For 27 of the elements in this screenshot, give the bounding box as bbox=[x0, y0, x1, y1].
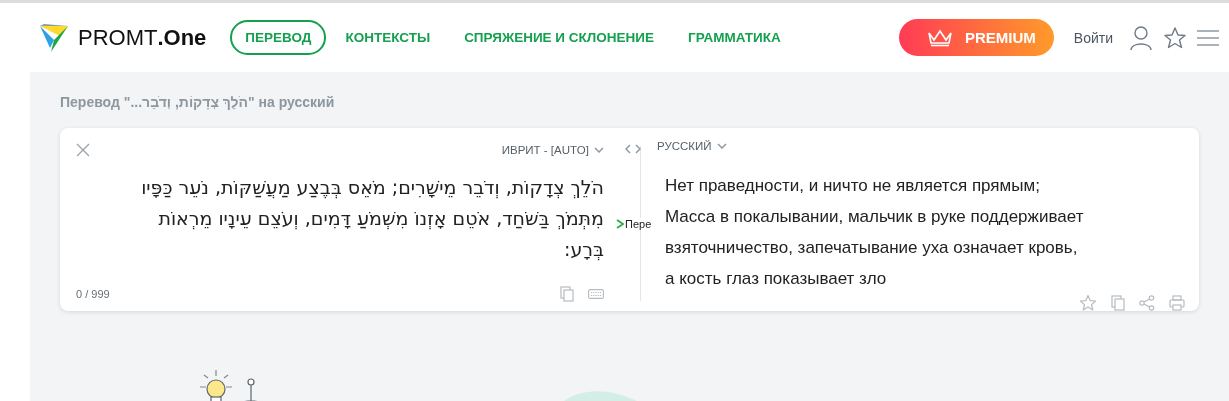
target-language-dropdown[interactable]: РУССКИЙ bbox=[657, 140, 727, 152]
translate-label-text: Пере bbox=[625, 218, 652, 230]
star-icon[interactable] bbox=[1079, 294, 1097, 312]
close-icon[interactable] bbox=[76, 143, 90, 157]
chevron-down-icon bbox=[716, 143, 727, 149]
keyboard-icon[interactable] bbox=[588, 289, 604, 299]
translation-line: Нет праведности, и ничто не является прямым; bbox=[665, 175, 1041, 197]
translation-line: взяточничество, запечатывание уха означает кровь, bbox=[665, 237, 1079, 259]
logo-text[interactable]: PROMT.One bbox=[78, 24, 207, 51]
star-icon[interactable] bbox=[1163, 25, 1187, 50]
login-link[interactable]: Войти bbox=[1073, 29, 1113, 46]
chevron-down-icon bbox=[594, 147, 604, 153]
source-language-dropdown[interactable]: ИВРИТ - [AUTO] bbox=[501, 144, 604, 156]
page-title: Перевод "...הֹלֵךְ צְדָקוֹת, וְדֹבֵר" на русский bbox=[60, 94, 336, 110]
swap-icon[interactable] bbox=[625, 144, 641, 154]
character-counter: 0 / 999 bbox=[76, 288, 110, 300]
menu-icon[interactable] bbox=[1197, 29, 1219, 46]
translation-line: а кость глаз показывает зло bbox=[665, 268, 888, 290]
copy-icon[interactable] bbox=[1111, 295, 1125, 311]
translation-line: Масса в покалывании, мальчик в руке поддерживает bbox=[665, 206, 1085, 228]
logo-icon[interactable] bbox=[38, 21, 70, 54]
source-text[interactable]: הֹלֵךְ צְדָקוֹת, וְדֹבֵר מֵישָׁרִים; מֹאֵס בְּבֶצַע מַעֲשַׁקּוֹת, נֹעֵר כַּפָּיו מִתְּמֹךְ בַּשֹּׁחַד, אֹטֵם אָזְנוֹ מִשְּׁמֹעַ דָּמִים, וְעֹצֵם עֵינָיו מֵרְאוֹת בְּרָע: bbox=[76, 160, 604, 285]
crown-icon bbox=[926, 28, 953, 47]
copy-icon[interactable] bbox=[560, 286, 574, 302]
user-icon[interactable] bbox=[1129, 24, 1153, 51]
print-icon[interactable] bbox=[1169, 295, 1185, 311]
share-icon[interactable] bbox=[1139, 295, 1155, 311]
